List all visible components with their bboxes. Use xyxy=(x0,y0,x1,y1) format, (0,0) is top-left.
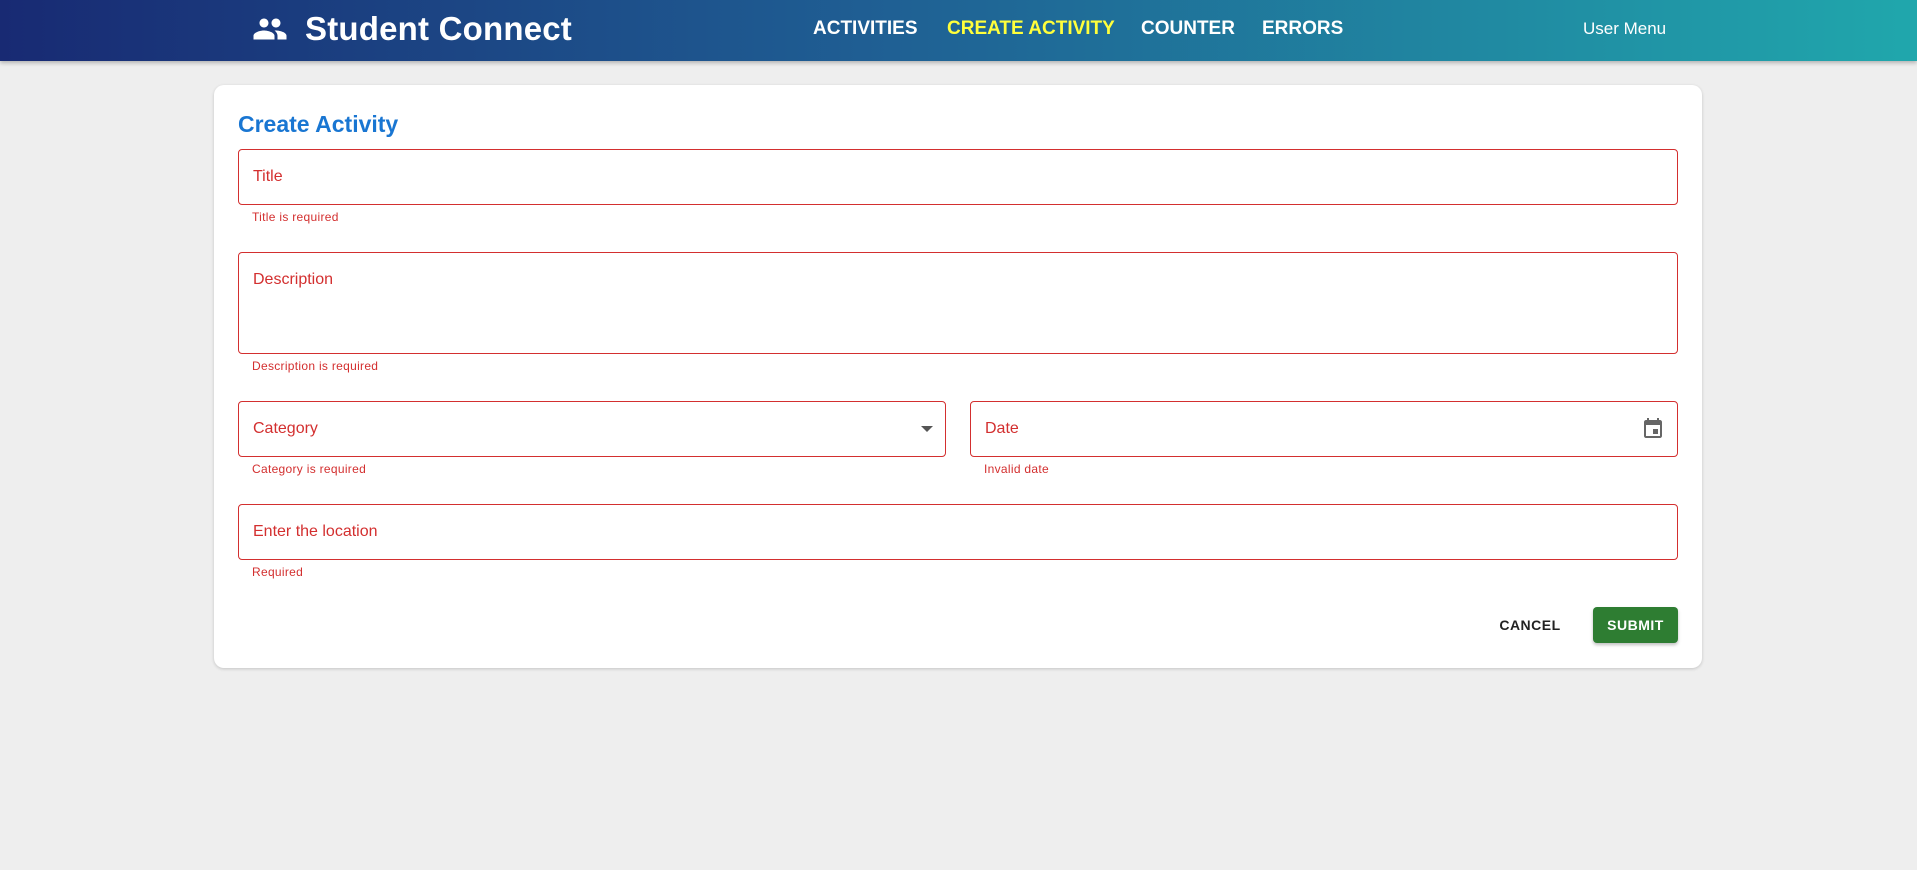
description-field[interactable]: Description xyxy=(238,252,1678,354)
nav-create-activity[interactable]: CREATE ACTIVITY xyxy=(947,0,1115,57)
category-helper-text: Category is required xyxy=(252,462,367,476)
app-title: Student Connect xyxy=(305,9,572,47)
submit-button[interactable]: SUBMIT xyxy=(1593,607,1678,643)
form-title: Create Activity xyxy=(238,111,399,137)
create-activity-card: Create Activity Title Title is required … xyxy=(214,85,1702,668)
dropdown-arrow-icon[interactable] xyxy=(921,426,933,432)
cancel-button[interactable]: CANCEL xyxy=(1490,607,1570,643)
title-field[interactable]: Title xyxy=(238,149,1678,205)
title-helper-text: Title is required xyxy=(252,210,339,224)
category-select[interactable]: Category xyxy=(238,401,946,457)
date-helper-text: Invalid date xyxy=(984,462,1049,476)
group-icon xyxy=(252,11,288,47)
description-helper-text: Description is required xyxy=(252,359,379,373)
calendar-icon[interactable] xyxy=(1641,417,1665,441)
title-field-label: Title xyxy=(253,168,283,185)
date-field[interactable]: Date xyxy=(970,401,1678,457)
category-field-label: Category xyxy=(253,420,318,437)
app-bar: Student Connect ACTIVITIES CREATE ACTIVI… xyxy=(0,0,1917,61)
location-helper-text: Required xyxy=(252,565,304,579)
date-field-label: Date xyxy=(985,420,1019,437)
nav-errors[interactable]: ERRORS xyxy=(1262,0,1343,57)
nav-activities[interactable]: ACTIVITIES xyxy=(813,0,918,57)
user-menu-button[interactable]: User Menu xyxy=(1583,0,1666,57)
nav-counter[interactable]: COUNTER xyxy=(1141,0,1235,57)
location-field[interactable]: Enter the location xyxy=(238,504,1678,560)
location-field-label: Enter the location xyxy=(253,523,378,540)
brand[interactable]: Student Connect xyxy=(252,0,572,57)
description-field-label: Description xyxy=(253,271,334,288)
